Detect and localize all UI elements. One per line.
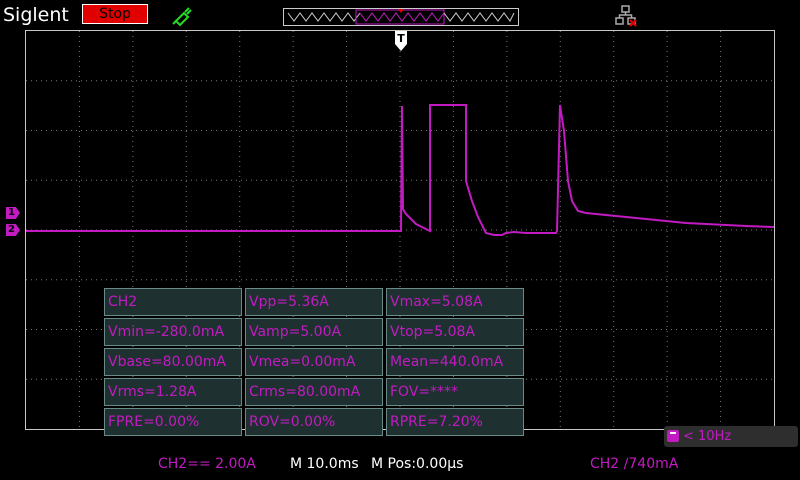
trigger-position-marker: T bbox=[395, 31, 407, 51]
probe-icon[interactable] bbox=[170, 3, 194, 27]
ch2-scale: CH2== 2.00A bbox=[158, 456, 256, 472]
measurement-cell: Vmax=5.08A bbox=[386, 288, 524, 316]
memory-timebase-indicator bbox=[283, 8, 519, 26]
measurement-cell: CH2 bbox=[104, 288, 242, 316]
run-stop-button[interactable]: Stop bbox=[82, 4, 148, 24]
measurement-cell: RPRE=7.20% bbox=[386, 408, 524, 436]
ch2-trace bbox=[26, 104, 774, 236]
measurement-cell: Vrms=1.28A bbox=[104, 378, 242, 406]
measurement-cell: ROV=0.00% bbox=[245, 408, 383, 436]
measurement-cell: Vtop=5.08A bbox=[386, 318, 524, 346]
measurement-panel: CH2 Vpp=5.36A Vmax=5.08A Vmin=-280.0mA Vamp=… bbox=[104, 288, 526, 438]
memory-position: M Pos:0.00µs bbox=[371, 456, 464, 472]
measurement-cell: FPRE=0.00% bbox=[104, 408, 242, 436]
brand-logo: Siglent bbox=[3, 4, 69, 26]
measurement-cell: Crms=80.00mA bbox=[245, 378, 383, 406]
measurement-cell: Mean=440.0mA bbox=[386, 348, 524, 376]
waveform-grid[interactable]: T CH2 Vpp=5.36A Vmax=5.08A Vmin=-280.0mA Vam… bbox=[25, 30, 798, 447]
trigger-frequency-box: < 10Hz bbox=[664, 426, 798, 447]
measurement-cell: FOV=**** bbox=[386, 378, 524, 406]
timebase: M 10.0ms bbox=[290, 456, 359, 472]
measurement-cell: Vbase=80.00mA bbox=[104, 348, 242, 376]
measurement-cell: Vamp=5.00A bbox=[245, 318, 383, 346]
channel-2-marker[interactable]: 2 bbox=[6, 224, 20, 236]
measurement-cell: Vmea=0.00mA bbox=[245, 348, 383, 376]
network-icon bbox=[615, 5, 637, 27]
trigger-icon bbox=[667, 430, 679, 442]
measurement-cell: Vpp=5.36A bbox=[245, 288, 383, 316]
channel-1-marker[interactable]: 1 bbox=[6, 207, 20, 219]
measurement-cell: Vmin=-280.0mA bbox=[104, 318, 242, 346]
trigger-level: CH2 ∕740mA bbox=[590, 456, 679, 472]
trigger-position-label: T bbox=[397, 32, 405, 45]
trigger-frequency: < 10Hz bbox=[683, 429, 732, 444]
